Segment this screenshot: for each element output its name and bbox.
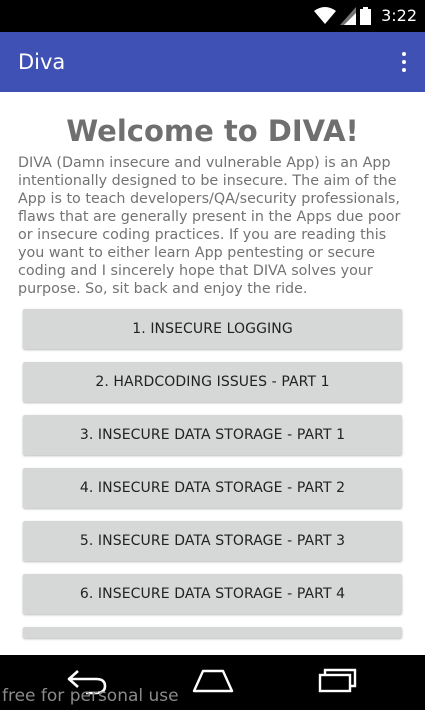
intro-text: DIVA (Damn insecure and vulnerable App) … xyxy=(18,155,401,297)
wifi-icon xyxy=(314,6,337,25)
app-title: Diva xyxy=(18,50,66,74)
insecure-data-storage-part3-button[interactable]: 5. INSECURE DATA STORAGE - PART 3 xyxy=(23,521,402,561)
challenge-list: 1. INSECURE LOGGING 2. HARDCODING ISSUES… xyxy=(23,309,402,638)
home-icon[interactable] xyxy=(192,667,234,699)
next-challenge-button[interactable] xyxy=(23,627,402,638)
back-icon[interactable] xyxy=(66,667,108,699)
insecure-data-storage-part4-button[interactable]: 6. INSECURE DATA STORAGE - PART 4 xyxy=(23,574,402,614)
signal-icon xyxy=(340,6,357,25)
main-content[interactable]: Welcome to DIVA! DIVA (Damn insecure and… xyxy=(0,92,425,655)
status-bar: 3:22 xyxy=(0,0,425,32)
battery-icon xyxy=(360,6,372,25)
navigation-bar xyxy=(0,655,425,710)
status-icons: 3:22 xyxy=(314,6,417,25)
hardcoding-issues-part1-button[interactable]: 2. HARDCODING ISSUES - PART 1 xyxy=(23,362,402,402)
insecure-data-storage-part1-button[interactable]: 3. INSECURE DATA STORAGE - PART 1 xyxy=(23,415,402,455)
device-screen: 3:22 Diva Welcome to DIVA! DIVA (Damn in… xyxy=(0,0,425,710)
app-bar: Diva xyxy=(0,32,425,92)
more-vert-icon[interactable] xyxy=(393,46,415,78)
insecure-logging-button[interactable]: 1. INSECURE LOGGING xyxy=(23,309,402,349)
clock: 3:22 xyxy=(381,6,417,25)
page-title: Welcome to DIVA! xyxy=(66,114,359,148)
recents-icon[interactable] xyxy=(316,667,358,699)
insecure-data-storage-part2-button[interactable]: 4. INSECURE DATA STORAGE - PART 2 xyxy=(23,468,402,508)
